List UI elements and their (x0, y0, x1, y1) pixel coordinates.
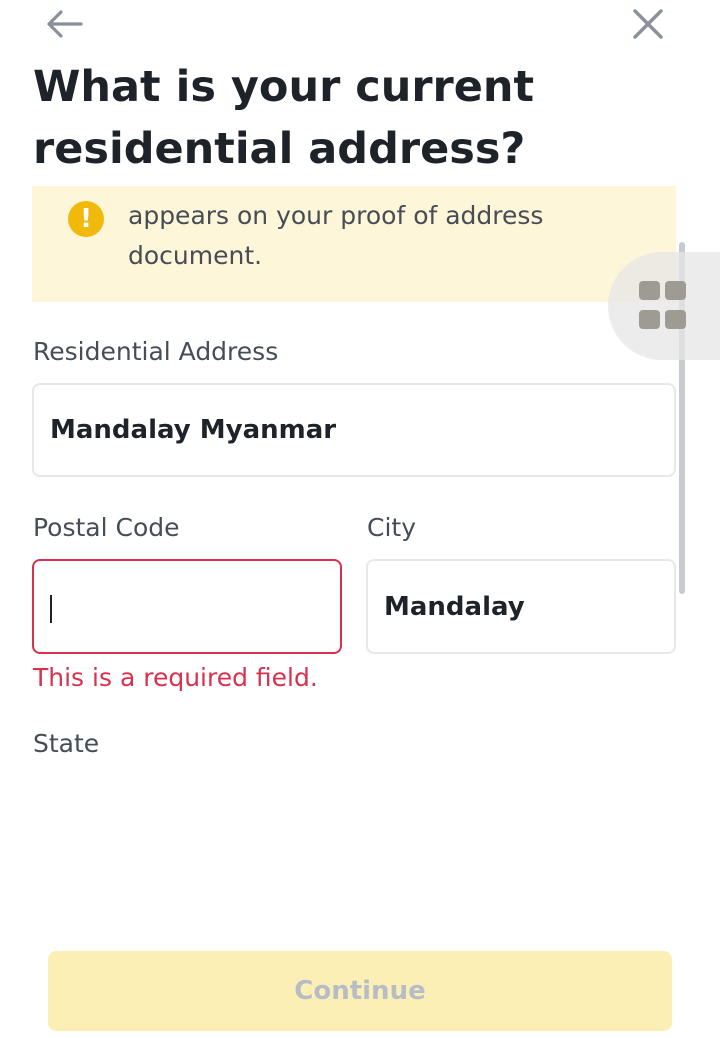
text-cursor (50, 595, 52, 623)
close-icon[interactable] (628, 4, 668, 44)
residential-address-value: Mandalay Myanmar (50, 415, 337, 445)
residential-address-field[interactable]: Mandalay Myanmar (32, 383, 676, 477)
city-value: Mandalay (384, 591, 525, 622)
page-title: What is your current residential address… (33, 62, 535, 174)
city-label: City (367, 513, 416, 542)
address-notice: ! appears on your proof of address docum… (32, 186, 676, 302)
postal-code-field[interactable] (32, 559, 342, 654)
page: What is your current residential address… (0, 0, 720, 1038)
postal-code-error: This is a required field. (33, 663, 318, 692)
state-label: State (33, 729, 100, 758)
back-arrow-icon[interactable] (44, 4, 84, 44)
notice-text: appears on your proof of address documen… (128, 201, 544, 270)
warning-icon: ! (68, 201, 104, 237)
postal-code-label: Postal Code (33, 513, 180, 542)
residential-address-label: Residential Address (33, 337, 279, 366)
continue-button[interactable]: Continue (48, 951, 672, 1031)
city-field[interactable]: Mandalay (366, 559, 676, 654)
floating-menu-button[interactable] (608, 252, 720, 360)
